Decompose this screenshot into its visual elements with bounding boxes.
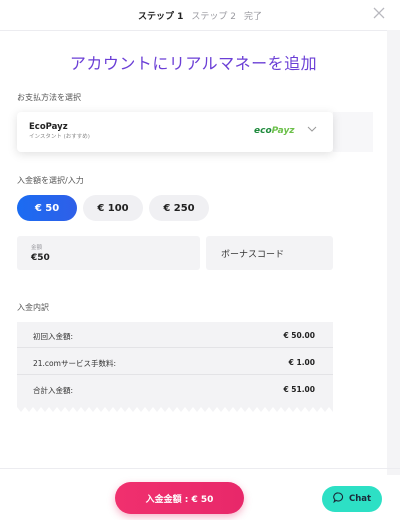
summary-label: 入金内訳 bbox=[17, 303, 49, 312]
amount-input-value: €50 bbox=[31, 253, 50, 263]
amount-input[interactable]: 金額 €50 bbox=[17, 236, 200, 270]
payment-method-select[interactable]: EcoPayz インスタント (おすすめ) ecoPayz bbox=[17, 112, 333, 152]
summary-row-label: 初回入金額: bbox=[33, 332, 74, 341]
amount-input-caption: 金額 bbox=[31, 245, 43, 251]
header-divider bbox=[0, 30, 387, 31]
payment-method-name: EcoPayz bbox=[29, 122, 68, 132]
deposit-summary: 初回入金額: € 50.00 21.comサービス手数料: € 1.00 合計入… bbox=[17, 322, 333, 406]
deposit-button[interactable]: 入金金額 : € 50 bbox=[115, 482, 244, 514]
summary-row: 21.comサービス手数料: € 1.00 bbox=[17, 349, 333, 375]
close-icon[interactable] bbox=[372, 6, 386, 20]
deposit-modal: ステップ 1 ステップ 2 完了 アカウントにリアルマネーを追加 お支払方法を選… bbox=[0, 0, 400, 520]
step-1: ステップ 1 bbox=[137, 12, 184, 22]
chat-button[interactable]: Chat bbox=[322, 486, 382, 512]
amount-label: 入金額を選択/入力 bbox=[17, 176, 84, 185]
payment-method-subtitle: インスタント (おすすめ) bbox=[29, 134, 90, 140]
amount-chip-100[interactable]: € 100 bbox=[83, 195, 143, 221]
receipt-edge bbox=[17, 405, 333, 412]
summary-row-label: 21.comサービス手数料: bbox=[33, 359, 116, 368]
bonus-code-input[interactable]: ボーナスコード bbox=[206, 236, 333, 270]
chat-label: Chat bbox=[348, 494, 372, 504]
summary-row: 初回入金額: € 50.00 bbox=[17, 322, 333, 348]
background-gutter bbox=[387, 30, 400, 475]
method-carousel-next bbox=[333, 112, 373, 152]
amount-chip-50[interactable]: € 50 bbox=[17, 195, 77, 221]
step-2: ステップ 2 bbox=[191, 12, 236, 22]
bonus-code-placeholder: ボーナスコード bbox=[221, 250, 285, 260]
chevron-down-icon[interactable] bbox=[307, 124, 317, 134]
chat-bubble-icon bbox=[333, 492, 344, 506]
summary-row: 合計入金額: € 51.00 bbox=[17, 376, 333, 402]
summary-row-label: 合計入金額: bbox=[33, 386, 74, 395]
ecopayz-logo: ecoPayz bbox=[254, 126, 295, 136]
amount-chip-250[interactable]: € 250 bbox=[149, 195, 209, 221]
summary-row-value: € 51.00 bbox=[283, 385, 315, 394]
footer-divider bbox=[0, 468, 400, 469]
payment-method-label: お支払方法を選択 bbox=[17, 93, 81, 102]
step-complete: 完了 bbox=[243, 12, 262, 22]
summary-row-value: € 50.00 bbox=[283, 331, 315, 340]
stepper: ステップ 1 ステップ 2 完了 bbox=[0, 9, 400, 23]
page-title: アカウントにリアルマネーを追加 bbox=[69, 54, 318, 73]
summary-row-value: € 1.00 bbox=[288, 358, 315, 367]
